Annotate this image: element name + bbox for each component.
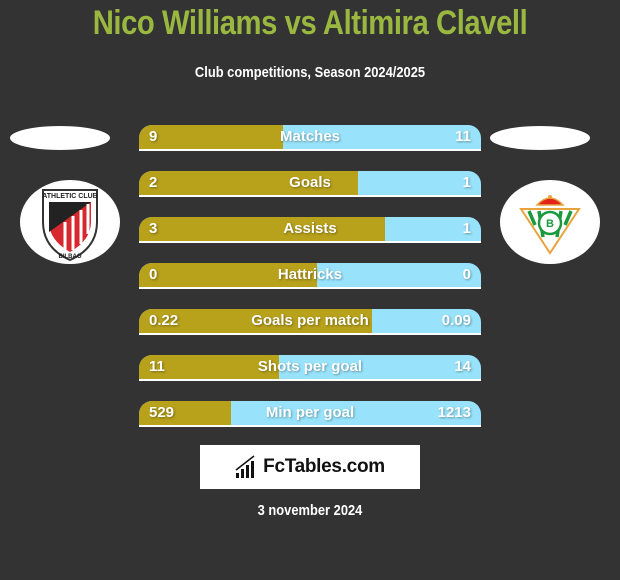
page-subtitle: Club competitions, Season 2024/2025: [194, 64, 426, 81]
stat-row-goals: 2 Goals 1: [139, 171, 481, 197]
real-betis-crest-icon: B: [500, 180, 600, 264]
stat-row-min-per-goal: 529 Min per goal 1213: [139, 401, 481, 427]
right-value: 11: [455, 128, 471, 145]
page-title: Nico Williams vs Altimira Clavell: [92, 4, 528, 42]
stat-label: Matches: [279, 128, 341, 145]
athletic-club-crest-icon: ATHLETIC CLUB BILBAO: [20, 180, 120, 264]
fctables-logo[interactable]: FcTables.com: [200, 445, 420, 489]
stat-row-goals-per-match: 0.22 Goals per match 0.09: [139, 309, 481, 335]
right-value: 0: [462, 266, 471, 283]
stat-row-matches: 9 Matches 11: [139, 125, 481, 151]
stat-label: Shots per goal: [257, 358, 363, 375]
bar-chart-icon: [235, 455, 255, 478]
right-player-placeholder: [490, 126, 590, 150]
stat-row-assists: 3 Assists 1: [139, 217, 481, 243]
stat-row-hattricks: 0 Hattricks 0: [139, 263, 481, 289]
right-value: 1: [462, 174, 471, 191]
right-value: 14: [454, 358, 471, 375]
right-value: 1: [462, 220, 471, 237]
stat-label: Goals per match: [251, 312, 369, 329]
svg-text:B: B: [546, 218, 554, 230]
stat-label: Assists: [283, 220, 337, 237]
stat-label: Min per goal: [265, 404, 355, 421]
right-value: 0.09: [441, 312, 471, 329]
stat-row-shots-per-goal: 11 Shots per goal 14: [139, 355, 481, 381]
left-player-placeholder: [10, 126, 110, 150]
stat-label: Hattricks: [277, 266, 343, 283]
brand-name: FcTables.com: [263, 456, 385, 477]
right-value: 1213: [437, 404, 471, 421]
svg-text:BILBAO: BILBAO: [59, 254, 82, 260]
stat-label: Goals: [289, 174, 331, 191]
svg-text:ATHLETIC CLUB: ATHLETIC CLUB: [42, 193, 97, 200]
date-label: 3 november 2024: [257, 502, 363, 519]
